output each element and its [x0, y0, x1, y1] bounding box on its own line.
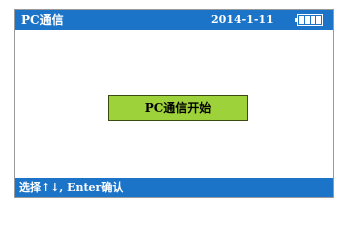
battery-cell — [310, 16, 316, 24]
battery-body — [297, 14, 323, 26]
navigation-hint: 选择↑↓, Enter确认 — [19, 181, 124, 194]
footer-bar: 选择↑↓, Enter确认 — [15, 178, 333, 197]
battery-cell — [299, 16, 304, 24]
pc-communication-status: PC通信开始 — [108, 95, 248, 121]
header-bar: PC通信 2014-1-11 — [15, 10, 333, 30]
date-display: 2014-1-11 — [211, 13, 274, 26]
battery-cell — [316, 16, 321, 24]
screen-title: PC通信 — [21, 13, 64, 27]
device-screen: PC通信 2014-1-11 PC通信开始 选择↑↓, Enter确认 — [14, 9, 334, 198]
battery-full-icon — [295, 14, 325, 26]
battery-cell — [304, 16, 310, 24]
